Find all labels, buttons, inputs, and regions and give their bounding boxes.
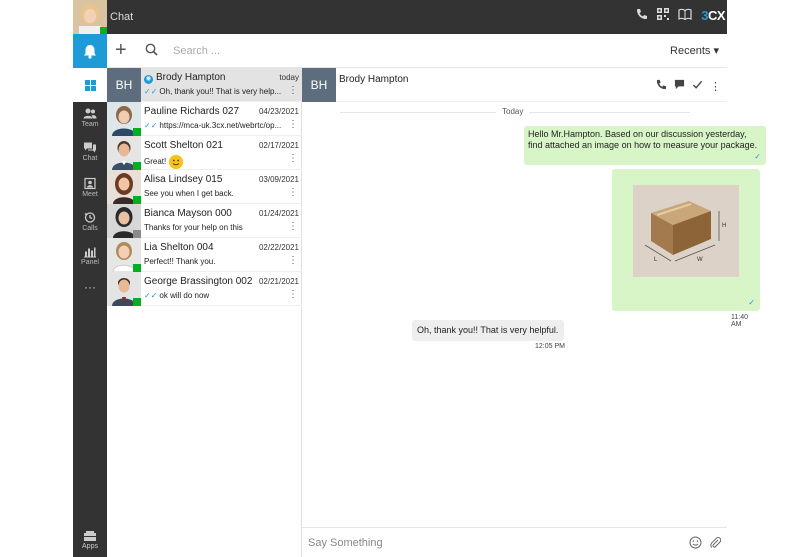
package-measure-image[interactable]: L W H (633, 185, 739, 277)
nav-item-chat[interactable]: Chat (73, 138, 107, 170)
message-time: 12:05 PM (535, 343, 565, 350)
paperclip-icon (710, 537, 722, 548)
attach-button[interactable] (710, 536, 722, 552)
conversation-item[interactable]: Pauline Richards 027 04/23/2021 ✓✓ https:… (107, 102, 302, 136)
kebab-menu-icon[interactable]: ⋮ (288, 256, 298, 266)
qr-code-icon[interactable] (657, 8, 670, 23)
chat-avatar: BH (302, 68, 336, 102)
windows-icon (84, 79, 96, 91)
phone-icon[interactable] (636, 8, 648, 23)
smiley-emoji-icon (169, 155, 184, 169)
more-icon: ··· (84, 280, 96, 294)
apps-button[interactable]: Apps (73, 530, 107, 550)
phone-icon (656, 79, 667, 90)
apps-icon (84, 531, 96, 541)
list-header: + Recents ▾ (107, 34, 727, 68)
app-window: Chat 3CX Team Chat Meet Calls Panel ··· … (73, 0, 766, 557)
chat-contact-name: Brody Hampton (339, 74, 409, 85)
team-icon (83, 108, 97, 119)
avatar (107, 238, 141, 272)
avatar (107, 102, 141, 136)
search-input[interactable] (173, 43, 373, 59)
kebab-menu-icon[interactable]: ⋮ (710, 80, 721, 93)
outgoing-image-message[interactable]: L W H ✓ (612, 169, 760, 311)
nav-item-meet[interactable]: Meet (73, 174, 107, 206)
page-title: Chat (110, 11, 134, 23)
emoji-button[interactable] (689, 536, 702, 552)
windows-app-button[interactable] (73, 68, 107, 102)
avatar: BH (107, 68, 141, 102)
composer (302, 527, 727, 557)
incoming-message: Oh, thank you!! That is very helpful. (412, 320, 564, 341)
conversation-item[interactable]: Bianca Mayson 000 01/24/2021 Thanks for … (107, 204, 302, 238)
kebab-menu-icon[interactable]: ⋮ (288, 86, 298, 96)
recents-dropdown[interactable]: Recents ▾ (670, 44, 719, 57)
message-input[interactable] (308, 534, 668, 552)
delivered-tick-icon: ✓ (748, 298, 755, 307)
add-button[interactable]: + (115, 39, 127, 62)
day-label: Today (496, 107, 530, 116)
kebab-menu-icon[interactable]: ⋮ (288, 290, 298, 300)
chat-actions: ⋮ (656, 79, 721, 93)
avatar (107, 204, 141, 238)
avatar (107, 272, 141, 306)
app-badge-icon: ◉ (144, 75, 153, 84)
chat-icon (84, 142, 96, 153)
caret-down-icon: ▾ (713, 45, 719, 57)
chat-bubble-icon (674, 79, 685, 90)
bell-icon (84, 44, 96, 59)
smiley-icon (689, 536, 702, 549)
conversation-list: BH ◉ Brody Hampton today ✓✓ Oh, thank you!… (107, 68, 302, 557)
kebab-menu-icon[interactable]: ⋮ (288, 188, 298, 198)
conversation-item[interactable]: Lia Shelton 004 02/22/2021 Perfect!! Tha… (107, 238, 302, 272)
check-icon (692, 80, 703, 89)
nav-item-calls[interactable]: Calls (73, 208, 107, 240)
conversation-item[interactable]: BH ◉ Brody Hampton today ✓✓ Oh, thank you!… (107, 68, 302, 102)
more-button[interactable]: ··· (73, 280, 107, 312)
nav-item-team[interactable]: Team (73, 104, 107, 136)
avatar (107, 170, 141, 204)
call-button[interactable] (656, 79, 667, 93)
avatar (107, 136, 141, 170)
search-icon (145, 43, 158, 56)
brand-logo: 3CX (701, 8, 725, 23)
outgoing-message: Hello Mr.Hampton. Based on our discussio… (524, 126, 766, 165)
notifications-button[interactable] (73, 34, 107, 68)
chat-header: BH Brody Hampton ⋮ (302, 68, 727, 102)
message-time: 11:40 AM (731, 314, 748, 328)
kebab-menu-icon[interactable]: ⋮ (288, 222, 298, 232)
conversation-item[interactable]: Scott Shelton 021 02/17/2021 Great! ⋮ (107, 136, 302, 170)
svg-text:H: H (722, 223, 726, 229)
message-button[interactable] (674, 79, 685, 93)
my-status-indicator (100, 27, 107, 34)
svg-text:W: W (697, 257, 703, 263)
kebab-menu-icon[interactable]: ⋮ (288, 154, 298, 164)
mark-done-button[interactable] (692, 79, 703, 93)
nav-item-panel[interactable]: Panel (73, 242, 107, 274)
book-icon[interactable] (678, 8, 692, 23)
panel-icon (84, 247, 96, 258)
delivered-tick-icon: ✓ (754, 152, 761, 161)
my-avatar[interactable] (73, 0, 107, 34)
top-bar: Chat 3CX (73, 0, 727, 34)
kebab-menu-icon[interactable]: ⋮ (288, 120, 298, 130)
left-nav: Team Chat Meet Calls Panel ··· Apps (73, 34, 107, 557)
read-ticks-icon: ✓✓ (144, 87, 158, 96)
message-thread: Today Hello Mr.Hampton. Based on our dis… (302, 102, 766, 527)
read-ticks-icon: ✓✓ (144, 121, 158, 130)
top-toolbar: 3CX (636, 8, 726, 23)
calls-icon (84, 212, 96, 223)
meet-icon (84, 177, 96, 190)
conversation-item[interactable]: George Brassington 002 02/21/2021 ✓✓ ok w… (107, 272, 302, 306)
read-ticks-icon: ✓✓ (144, 291, 158, 300)
conversation-item[interactable]: Alisa Lindsey 015 03/09/2021 See you whe… (107, 170, 302, 204)
